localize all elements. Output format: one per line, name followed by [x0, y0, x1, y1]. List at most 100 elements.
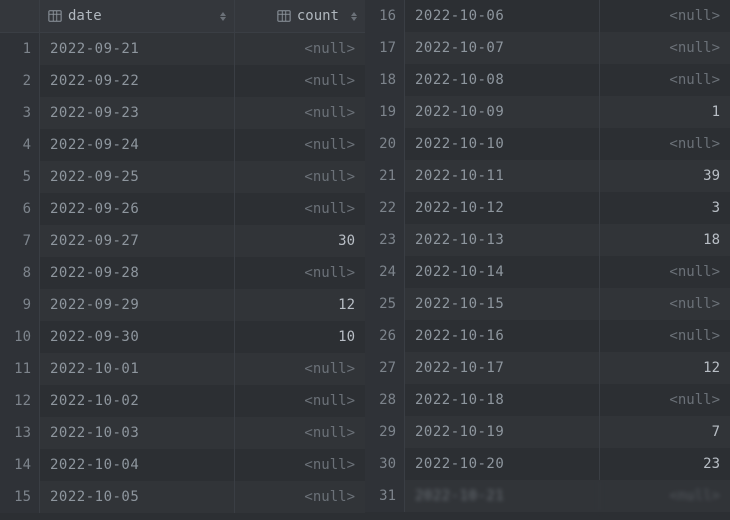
table-row[interactable]: 212022-10-1139 [365, 160, 730, 192]
table-row[interactable]: 122022-10-02null [0, 385, 365, 417]
cell-date[interactable]: 2022-10-06 [405, 0, 600, 32]
cell-count[interactable]: null [235, 193, 365, 225]
cell-count[interactable]: 39 [600, 160, 730, 192]
cell-date[interactable]: 2022-09-26 [40, 193, 235, 225]
cell-date[interactable]: 2022-10-11 [405, 160, 600, 192]
cell-count[interactable]: null [600, 288, 730, 320]
cell-count[interactable]: null [600, 32, 730, 64]
cell-date[interactable]: 2022-10-16 [405, 320, 600, 352]
table-row[interactable]: 82022-09-28null [0, 257, 365, 289]
table-row[interactable]: 312022-10-21null [365, 480, 730, 512]
cell-count[interactable]: null [600, 384, 730, 416]
cell-count[interactable]: null [235, 33, 365, 65]
cell-count[interactable]: 23 [600, 448, 730, 480]
cell-count[interactable]: 7 [600, 416, 730, 448]
table-row[interactable]: 172022-10-07null [365, 32, 730, 64]
cell-date[interactable]: 2022-09-30 [40, 321, 235, 353]
cell-date[interactable]: 2022-10-19 [405, 416, 600, 448]
table-row[interactable]: 52022-09-25null [0, 161, 365, 193]
cell-count[interactable]: 12 [600, 352, 730, 384]
row-number: 13 [0, 417, 40, 449]
cell-count[interactable]: 30 [235, 225, 365, 257]
table-row[interactable]: 112022-10-01null [0, 353, 365, 385]
table-row[interactable]: 62022-09-26null [0, 193, 365, 225]
table-row[interactable]: 182022-10-08null [365, 64, 730, 96]
cell-count[interactable]: null [600, 64, 730, 96]
cell-date[interactable]: 2022-09-24 [40, 129, 235, 161]
cell-count[interactable]: null [235, 129, 365, 161]
cell-date[interactable]: 2022-10-07 [405, 32, 600, 64]
cell-count[interactable]: null [600, 320, 730, 352]
table-row[interactable]: 292022-10-197 [365, 416, 730, 448]
cell-date[interactable]: 2022-10-21 [405, 480, 600, 512]
cell-date[interactable]: 2022-10-04 [40, 449, 235, 481]
cell-date[interactable]: 2022-10-12 [405, 192, 600, 224]
cell-date[interactable]: 2022-10-05 [40, 481, 235, 513]
cell-count[interactable]: null [600, 0, 730, 32]
cell-date[interactable]: 2022-10-03 [40, 417, 235, 449]
cell-date[interactable]: 2022-09-21 [40, 33, 235, 65]
cell-date[interactable]: 2022-10-13 [405, 224, 600, 256]
cell-count[interactable]: null [235, 353, 365, 385]
cell-date[interactable]: 2022-10-10 [405, 128, 600, 160]
table-row[interactable]: 42022-09-24null [0, 129, 365, 161]
table-row[interactable]: 32022-09-23null [0, 97, 365, 129]
cell-count[interactable]: null [600, 128, 730, 160]
cell-date[interactable]: 2022-10-17 [405, 352, 600, 384]
table-row[interactable]: 252022-10-15null [365, 288, 730, 320]
cell-count[interactable]: null [235, 257, 365, 289]
cell-count[interactable]: null [235, 385, 365, 417]
cell-date[interactable]: 2022-10-08 [405, 64, 600, 96]
cell-date[interactable]: 2022-10-02 [40, 385, 235, 417]
table-row[interactable]: 272022-10-1712 [365, 352, 730, 384]
cell-count[interactable]: null [235, 161, 365, 193]
cell-date[interactable]: 2022-10-09 [405, 96, 600, 128]
cell-count[interactable]: null [235, 65, 365, 97]
cell-date[interactable]: 2022-09-25 [40, 161, 235, 193]
table-row[interactable]: 72022-09-2730 [0, 225, 365, 257]
table-row[interactable]: 132022-10-03null [0, 417, 365, 449]
table-row[interactable]: 192022-10-091 [365, 96, 730, 128]
row-number: 15 [0, 481, 40, 513]
sort-icon[interactable] [220, 12, 226, 21]
column-header-date[interactable]: date [40, 0, 235, 32]
table-row[interactable]: 22022-09-22null [0, 65, 365, 97]
table-row[interactable]: 262022-10-16null [365, 320, 730, 352]
table-row[interactable]: 102022-09-3010 [0, 321, 365, 353]
cell-count[interactable]: 3 [600, 192, 730, 224]
table-row[interactable]: 202022-10-10null [365, 128, 730, 160]
cell-count[interactable]: 18 [600, 224, 730, 256]
table-row[interactable]: 302022-10-2023 [365, 448, 730, 480]
cell-date[interactable]: 2022-09-23 [40, 97, 235, 129]
cell-date[interactable]: 2022-10-14 [405, 256, 600, 288]
cell-date[interactable]: 2022-09-22 [40, 65, 235, 97]
table-row[interactable]: 232022-10-1318 [365, 224, 730, 256]
cell-count[interactable]: 10 [235, 321, 365, 353]
cell-date[interactable]: 2022-09-27 [40, 225, 235, 257]
table-row[interactable]: 242022-10-14null [365, 256, 730, 288]
table-row[interactable]: 142022-10-04null [0, 449, 365, 481]
cell-count[interactable]: 12 [235, 289, 365, 321]
cell-count[interactable]: null [600, 256, 730, 288]
cell-count[interactable]: null [600, 480, 730, 512]
table-row[interactable]: 12022-09-21null [0, 33, 365, 65]
column-header-count[interactable]: count [235, 0, 365, 32]
table-row[interactable]: 282022-10-18null [365, 384, 730, 416]
cell-count[interactable]: 1 [600, 96, 730, 128]
cell-date[interactable]: 2022-10-20 [405, 448, 600, 480]
sort-icon[interactable] [351, 12, 357, 21]
cell-date[interactable]: 2022-10-15 [405, 288, 600, 320]
table-row[interactable]: 162022-10-06null [365, 0, 730, 32]
cell-count[interactable]: null [235, 481, 365, 513]
cell-date[interactable]: 2022-09-28 [40, 257, 235, 289]
row-number: 11 [0, 353, 40, 385]
table-row[interactable]: 92022-09-2912 [0, 289, 365, 321]
table-row[interactable]: 222022-10-123 [365, 192, 730, 224]
cell-count[interactable]: null [235, 97, 365, 129]
cell-date[interactable]: 2022-10-01 [40, 353, 235, 385]
cell-date[interactable]: 2022-09-29 [40, 289, 235, 321]
cell-date[interactable]: 2022-10-18 [405, 384, 600, 416]
cell-count[interactable]: null [235, 417, 365, 449]
table-row[interactable]: 152022-10-05null [0, 481, 365, 513]
cell-count[interactable]: null [235, 449, 365, 481]
